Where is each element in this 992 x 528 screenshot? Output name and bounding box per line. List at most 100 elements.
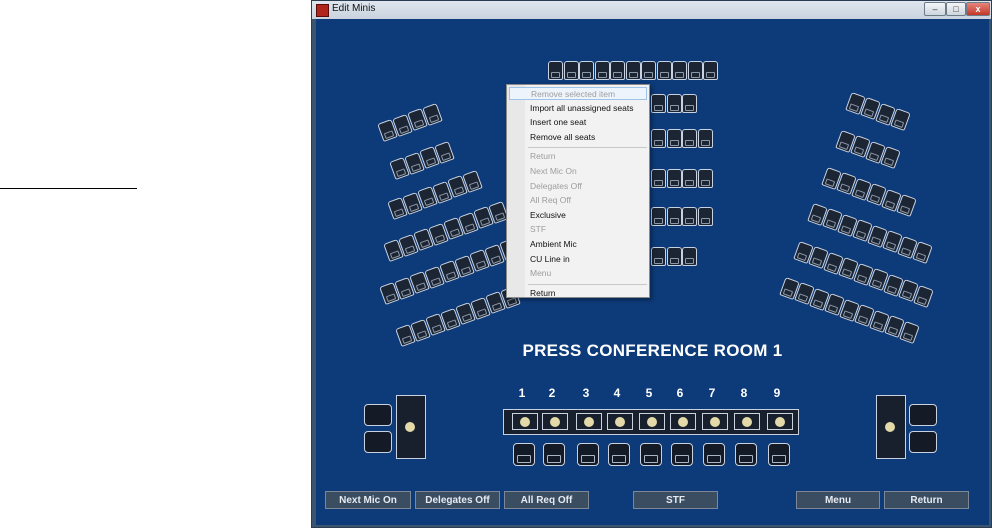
desk-mic-unit[interactable]: [702, 413, 728, 430]
context-menu-item-ambient-mic[interactable]: Ambient Mic: [509, 238, 647, 251]
left-side-chair-top[interactable]: [364, 404, 392, 426]
seat[interactable]: [687, 61, 703, 80]
speaker-chair[interactable]: [671, 443, 693, 466]
left-side-chair-bottom[interactable]: [364, 431, 392, 453]
desk-mic-unit[interactable]: [607, 413, 633, 430]
app-icon: [316, 4, 329, 17]
seat[interactable]: [548, 61, 563, 80]
speaker-chair[interactable]: [543, 443, 565, 466]
seat[interactable]: [666, 129, 682, 148]
seat[interactable]: [682, 247, 697, 266]
context-menu-item-return[interactable]: Return: [509, 287, 647, 300]
stf-button[interactable]: STF: [633, 491, 718, 509]
room-title: PRESS CONFERENCE ROOM 1: [522, 341, 783, 360]
desk-mic-unit[interactable]: [734, 413, 760, 430]
delegates-off-button[interactable]: Delegates Off: [415, 491, 500, 509]
mic-icon: [678, 417, 688, 427]
context-menu-item-exclusive[interactable]: Exclusive: [509, 209, 647, 222]
minimize-button[interactable]: –: [924, 2, 946, 16]
context-menu-item-import-all-unassigned-seats[interactable]: Import all unassigned seats: [509, 102, 647, 115]
seat[interactable]: [651, 94, 666, 113]
left-side-desk[interactable]: [396, 395, 426, 459]
seat[interactable]: [666, 94, 682, 113]
seat[interactable]: [651, 129, 666, 148]
seat[interactable]: [697, 129, 713, 148]
context-menu-item-delegates-off[interactable]: Delegates Off: [509, 180, 647, 193]
desk-mic-unit[interactable]: [576, 413, 602, 430]
seat[interactable]: [610, 61, 625, 80]
seat[interactable]: [656, 61, 672, 80]
seat[interactable]: [697, 207, 713, 226]
seat[interactable]: [594, 61, 610, 80]
mic-icon: [520, 417, 530, 427]
context-menu-item-remove-selected-item[interactable]: Remove selected item: [509, 87, 647, 100]
context-menu-item-stf[interactable]: STF: [509, 223, 647, 236]
mic-number-label: 6: [676, 386, 684, 400]
seat[interactable]: [703, 61, 718, 80]
seat[interactable]: [682, 94, 697, 113]
context-menu-item-remove-all-seats[interactable]: Remove all seats: [509, 131, 647, 144]
mic-number-label: 8: [740, 386, 748, 400]
speaker-chair[interactable]: [513, 443, 535, 466]
mic-number-label: 7: [708, 386, 716, 400]
window-title: Edit Minis: [332, 3, 376, 14]
desk-mic-unit[interactable]: [670, 413, 696, 430]
context-menu-item-return[interactable]: Return: [509, 150, 647, 163]
speaker-chair[interactable]: [768, 443, 790, 466]
speaker-chair[interactable]: [577, 443, 599, 466]
mic-icon: [710, 417, 720, 427]
context-menu: Remove selected item Import all unassigne…: [506, 84, 650, 298]
next-mic-on-button[interactable]: Next Mic On: [325, 491, 411, 509]
seat[interactable]: [625, 61, 641, 80]
right-side-desk[interactable]: [876, 395, 906, 459]
desk-mic-unit[interactable]: [512, 413, 538, 430]
context-menu-item-insert-one-seat[interactable]: Insert one seat: [509, 116, 647, 129]
right-side-chair-top[interactable]: [909, 404, 937, 426]
seat[interactable]: [579, 61, 594, 80]
mic-icon: [584, 417, 594, 427]
seat[interactable]: [563, 61, 579, 80]
seat[interactable]: [682, 129, 697, 148]
seat[interactable]: [672, 61, 687, 80]
speaker-chair[interactable]: [735, 443, 757, 466]
mic-number-label: 4: [613, 386, 621, 400]
mic-number-label: 2: [548, 386, 556, 400]
all-req-off-button[interactable]: All Req Off: [504, 491, 589, 509]
seat[interactable]: [651, 207, 666, 226]
context-menu-item-all-req-off[interactable]: All Req Off: [509, 194, 647, 207]
mic-icon: [775, 417, 785, 427]
context-menu-item-next-mic-on[interactable]: Next Mic On: [509, 165, 647, 178]
right-side-chair-bottom[interactable]: [909, 431, 937, 453]
seat[interactable]: [651, 169, 666, 188]
room-canvas[interactable]: PRESS CONFERENCE ROOM 1 1 2 3 4 5 6 7 8 9 Next M…: [316, 19, 989, 525]
mic-number-label: 9: [773, 386, 781, 400]
title-bar[interactable]: Edit Minis – □ x: [312, 1, 991, 19]
menu-button[interactable]: Menu: [796, 491, 880, 509]
close-button[interactable]: x: [966, 2, 990, 16]
speaker-desk: [503, 409, 799, 435]
return-button[interactable]: Return: [884, 491, 969, 509]
seat[interactable]: [682, 207, 697, 226]
seat[interactable]: [682, 169, 697, 188]
seat[interactable]: [651, 247, 666, 266]
context-menu-item-menu[interactable]: Menu: [509, 267, 647, 280]
mic-icon: [742, 417, 752, 427]
mic-icon: [550, 417, 560, 427]
maximize-button[interactable]: □: [946, 2, 966, 16]
speaker-chair[interactable]: [703, 443, 725, 466]
mic-icon: [615, 417, 625, 427]
desk-mic-unit[interactable]: [542, 413, 568, 430]
seat[interactable]: [697, 169, 713, 188]
seat[interactable]: [666, 247, 682, 266]
context-menu-separator: [528, 147, 647, 149]
mic-icon: [647, 417, 657, 427]
speaker-chair[interactable]: [640, 443, 662, 466]
context-menu-item-cu-line-in[interactable]: CU Line in: [509, 253, 647, 266]
seat[interactable]: [666, 207, 682, 226]
seat[interactable]: [666, 169, 682, 188]
mic-number-label: 1: [518, 386, 526, 400]
speaker-chair[interactable]: [608, 443, 630, 466]
desk-mic-unit[interactable]: [639, 413, 665, 430]
desk-mic-unit[interactable]: [767, 413, 793, 430]
seat[interactable]: [641, 61, 656, 80]
